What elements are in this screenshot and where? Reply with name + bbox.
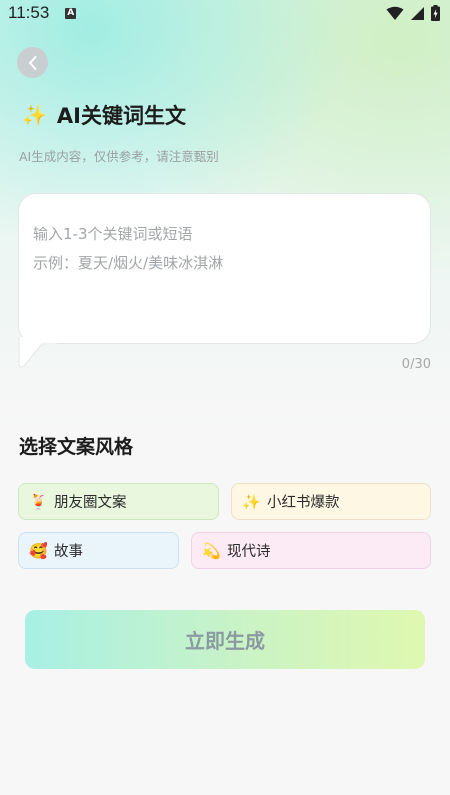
page-header: ✨ AI关键词生文: [22, 100, 186, 130]
style-option-label: 朋友圈文案: [54, 495, 127, 511]
cocktail-icon: 🍹: [29, 492, 48, 511]
style-option-label: 小红书爆款: [267, 495, 340, 511]
wifi-icon: [386, 6, 404, 20]
page-title: AI关键词生文: [56, 104, 186, 128]
input-placeholder-example: 示例：夏天/烟火/美味冰淇淋: [33, 254, 224, 272]
sparkles-icon: ✨: [22, 103, 47, 127]
chevron-left-icon: [28, 55, 36, 70]
sparkles-icon: ✨: [242, 492, 261, 511]
style-option-xiaohongshu[interactable]: ✨ 小红书爆款: [231, 483, 431, 520]
style-option-story[interactable]: 🥰 故事: [18, 532, 179, 569]
battery-icon: [431, 5, 440, 21]
style-option-moments[interactable]: 🍹 朋友圈文案: [18, 483, 219, 520]
style-option-poem[interactable]: 💫 现代诗: [191, 532, 431, 569]
page-subtitle: AI生成内容，仅供参考，请注意甄别: [19, 149, 219, 164]
dizzy-star-icon: 💫: [202, 541, 221, 560]
speech-bubble-tail: [18, 337, 58, 368]
char-counter: 0/30: [401, 357, 431, 372]
section-title: 选择文案风格: [19, 436, 134, 458]
signal-icon: [411, 6, 424, 20]
smiling-hearts-icon: 🥰: [29, 541, 48, 560]
input-placeholder: 输入1-3个关键词或短语: [33, 225, 193, 243]
status-bar: 11:53 A: [0, 0, 450, 26]
back-button[interactable]: [17, 47, 48, 78]
style-option-label: 故事: [54, 544, 83, 560]
notification-icon: A: [65, 7, 77, 19]
style-option-label: 现代诗: [227, 544, 271, 560]
status-time: 11:53: [8, 3, 50, 22]
generate-button[interactable]: 立即生成: [25, 610, 425, 669]
